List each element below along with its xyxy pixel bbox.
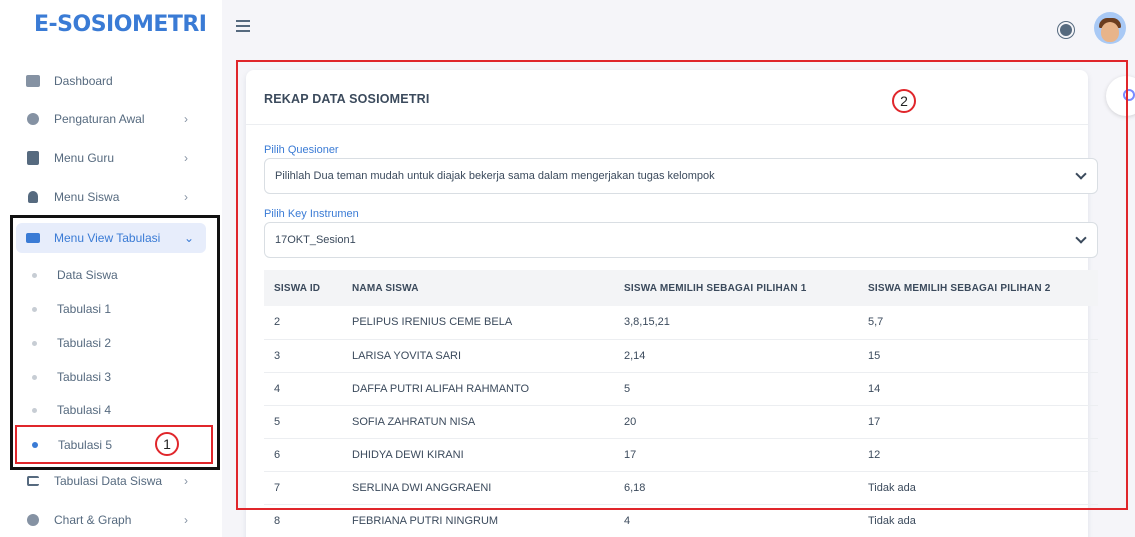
chevron-right-icon: › (184, 474, 188, 488)
annotation-box-2 (236, 60, 1128, 510)
app-logo[interactable]: E-SOSIOMETRI (34, 12, 207, 37)
sidebar-item-label: Dashboard (54, 74, 113, 88)
document-icon (22, 151, 44, 165)
annotation-marker-2: 2 (892, 89, 916, 113)
sidebar-item-dashboard[interactable]: Dashboard (16, 66, 206, 96)
sidebar-item-chart-graph[interactable]: Chart & Graph › (16, 505, 206, 535)
menu-toggle-icon[interactable] (236, 20, 250, 34)
sidebar-item-menu-siswa[interactable]: Menu Siswa › (16, 182, 206, 212)
sidebar-item-tabulasi-data-siswa[interactable]: Tabulasi Data Siswa › (16, 466, 206, 496)
avatar[interactable] (1094, 12, 1126, 44)
chevron-right-icon: › (184, 151, 188, 165)
pie-chart-icon (22, 514, 44, 526)
topbar (222, 0, 1135, 60)
chevron-right-icon: › (184, 112, 188, 126)
sidebar-item-label: Tabulasi Data Siswa (54, 474, 163, 488)
sidebar-item-label: Menu Guru (54, 151, 115, 165)
settings-icon (22, 113, 44, 125)
user-icon (22, 191, 44, 203)
chevron-right-icon: › (184, 513, 188, 527)
sidebar-item-label: Chart & Graph (54, 513, 132, 527)
sidebar-item-label: Menu Siswa (54, 190, 120, 204)
annotation-box-1 (15, 425, 213, 464)
theme-toggle-icon[interactable] (1060, 24, 1072, 36)
chevron-right-icon: › (184, 190, 188, 204)
dashboard-icon (22, 75, 44, 87)
sidebar-item-pengaturan-awal[interactable]: Pengaturan Awal › (16, 104, 206, 134)
tree-icon (22, 476, 44, 486)
annotation-marker-1: 1 (155, 432, 179, 456)
sidebar-item-label: Pengaturan Awal (54, 112, 145, 126)
sidebar-item-menu-guru[interactable]: Menu Guru › (16, 143, 206, 173)
